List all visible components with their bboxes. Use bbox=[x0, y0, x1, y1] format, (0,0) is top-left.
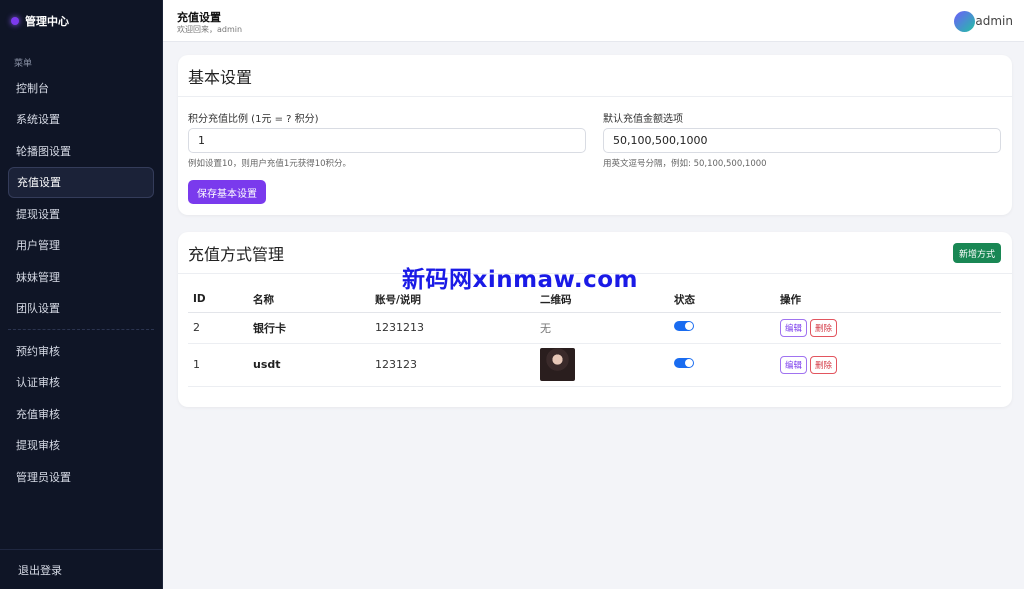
row-qrcode-none: 无 bbox=[540, 312, 674, 344]
sidebar-item-user-management[interactable]: 用户管理 bbox=[8, 230, 154, 262]
logout-link[interactable]: 退出登录 bbox=[0, 549, 163, 589]
sidebar-item-sister-management[interactable]: 妹妹管理 bbox=[8, 261, 154, 293]
sidebar-divider bbox=[8, 329, 154, 330]
watermark: 新码网xinmaw.com bbox=[402, 267, 638, 293]
avatar[interactable] bbox=[954, 11, 975, 32]
brand-logo-icon bbox=[11, 17, 19, 25]
user-name[interactable]: admin bbox=[975, 14, 1013, 28]
row-account: 1231213 bbox=[375, 312, 540, 344]
sidebar-item-booking-review[interactable]: 预约审核 bbox=[8, 335, 154, 367]
amount-help: 用英文逗号分隔，例如: 50,100,500,1000 bbox=[603, 159, 767, 169]
col-name: 名称 bbox=[253, 287, 375, 313]
recharge-methods-table: ID 名称 账号/说明 二维码 状态 操作 2 银行卡 1231213 无 编辑… bbox=[188, 287, 1001, 387]
basic-settings-header: 基本设置 bbox=[178, 55, 1012, 97]
sidebar-item-withdraw-review[interactable]: 提现审核 bbox=[8, 430, 154, 462]
row-id: 1 bbox=[188, 343, 253, 387]
row-id: 2 bbox=[188, 312, 253, 344]
basic-settings-title: 基本设置 bbox=[188, 68, 253, 87]
delete-button[interactable]: 删除 bbox=[810, 318, 838, 337]
status-toggle[interactable] bbox=[674, 321, 694, 331]
recharge-methods-title: 充值方式管理 bbox=[188, 245, 285, 264]
ratio-input[interactable] bbox=[188, 128, 586, 153]
sidebar: 管理中心 菜单 控制台 系统设置 轮播图设置 充值设置 提现设置 用户管理 妹妹… bbox=[0, 0, 163, 589]
sidebar-item-admin-settings[interactable]: 管理员设置 bbox=[8, 461, 154, 493]
sidebar-item-verification-review[interactable]: 认证审核 bbox=[8, 367, 154, 399]
sidebar-item-recharge-settings[interactable]: 充值设置 bbox=[8, 166, 154, 198]
welcome-text: 欢迎回来，admin bbox=[177, 25, 243, 34]
ratio-help: 例如设置10，则用户充值1元获得10积分。 bbox=[188, 159, 352, 169]
page-title: 充值设置 bbox=[177, 11, 221, 24]
sidebar-item-dashboard[interactable]: 控制台 bbox=[8, 72, 154, 104]
sidebar-item-carousel-settings[interactable]: 轮播图设置 bbox=[8, 135, 154, 167]
save-basic-settings-button[interactable]: 保存基本设置 bbox=[188, 180, 266, 204]
sidebar-item-recharge-review[interactable]: 充值审核 bbox=[8, 398, 154, 430]
col-status: 状态 bbox=[674, 287, 780, 313]
amount-input[interactable] bbox=[603, 128, 1001, 153]
sidebar-item-withdraw-settings[interactable]: 提现设置 bbox=[8, 198, 154, 230]
edit-button[interactable]: 编辑 bbox=[780, 355, 808, 374]
brand: 管理中心 bbox=[0, 0, 162, 42]
recharge-methods-card: 充值方式管理 新增方式 ID 名称 账号/说明 二维码 状态 操作 2 银行卡 … bbox=[178, 232, 1012, 407]
row-name: usdt bbox=[253, 343, 375, 387]
delete-button[interactable]: 删除 bbox=[810, 355, 838, 374]
add-method-button[interactable]: 新增方式 bbox=[952, 243, 1001, 263]
sidebar-nav: 控制台 系统设置 轮播图设置 充值设置 提现设置 用户管理 妹妹管理 团队设置 … bbox=[0, 72, 162, 493]
amount-label: 默认充值金额选项 bbox=[603, 114, 683, 125]
menu-section-title: 菜单 bbox=[14, 59, 33, 69]
basic-settings-card: 基本设置 积分充值比例 (1元 = ? 积分) 例如设置10，则用户充值1元获得… bbox=[178, 55, 1012, 215]
edit-button[interactable]: 编辑 bbox=[780, 318, 808, 337]
row-account: 123123 bbox=[375, 343, 540, 387]
col-id: ID bbox=[188, 287, 253, 313]
brand-title: 管理中心 bbox=[25, 15, 69, 28]
sidebar-item-system-settings[interactable]: 系统设置 bbox=[8, 104, 154, 136]
sidebar-item-team-settings[interactable]: 团队设置 bbox=[8, 293, 154, 325]
col-actions: 操作 bbox=[780, 287, 1001, 313]
status-toggle[interactable] bbox=[674, 358, 694, 368]
ratio-label: 积分充值比例 (1元 = ? 积分) bbox=[188, 114, 319, 125]
top-header: 充值设置 欢迎回来，admin admin bbox=[163, 0, 1024, 42]
row-name: 银行卡 bbox=[253, 312, 375, 344]
table-row: 1 usdt 123123 编辑 删除 bbox=[188, 343, 1001, 387]
table-row: 2 银行卡 1231213 无 编辑 删除 bbox=[188, 312, 1001, 344]
qrcode-thumbnail[interactable] bbox=[540, 348, 575, 381]
